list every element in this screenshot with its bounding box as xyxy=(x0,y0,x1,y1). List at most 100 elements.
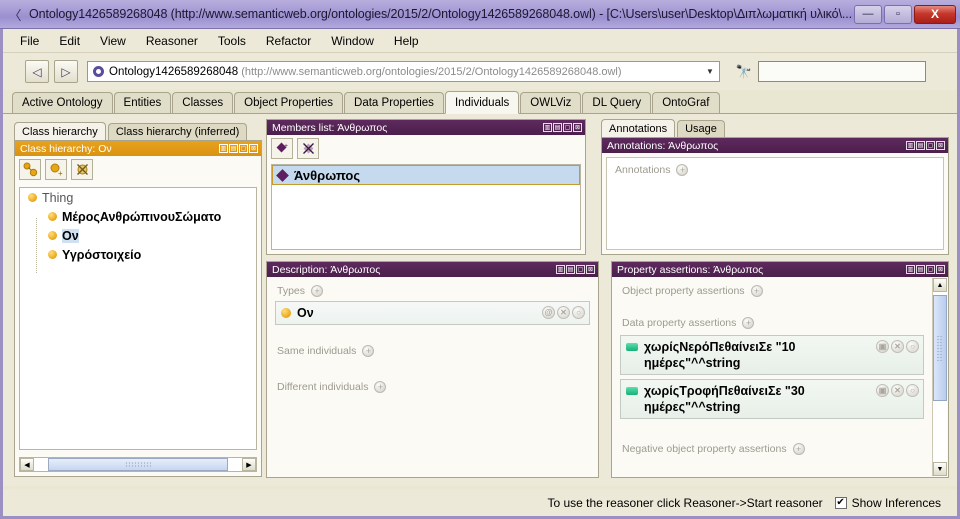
menu-window[interactable]: Window xyxy=(322,31,383,51)
edit-assertion-icon[interactable]: ○ xyxy=(906,384,919,397)
show-inferences-checkbox[interactable]: ✔ xyxy=(834,496,847,509)
members-list-body: + Άνθρωπος xyxy=(267,135,585,254)
add-object-property-assertion-button[interactable]: + xyxy=(750,285,763,297)
back-arrow-icon[interactable]: ◁ xyxy=(25,60,49,83)
panel-minimize-button[interactable]: ▤ xyxy=(916,265,925,274)
members-list-panel-buttons: ▥ ▤ ▢ ⊠ xyxy=(543,123,582,132)
delete-assertion-icon[interactable]: ✕ xyxy=(891,340,904,353)
data-property-assertion-row[interactable]: χωρίςΤροφήΠεθαίνειΣε "30 ημέρες"^^string… xyxy=(620,379,924,419)
menu-edit[interactable]: Edit xyxy=(50,31,89,51)
annotate-assertion-icon[interactable]: ▣ xyxy=(876,340,889,353)
scroll-track[interactable] xyxy=(34,458,242,471)
panel-maximize-button[interactable]: ▢ xyxy=(576,265,585,274)
panel-split-button[interactable]: ▥ xyxy=(906,265,915,274)
panel-maximize-button[interactable]: ▢ xyxy=(239,144,248,153)
panel-close-button[interactable]: ⊠ xyxy=(936,265,945,274)
annotations-list[interactable]: Annotations + xyxy=(606,157,944,250)
panel-minimize-button[interactable]: ▤ xyxy=(566,265,575,274)
scroll-down-icon[interactable]: ▼ xyxy=(933,462,947,476)
tab-owlviz[interactable]: OWLViz xyxy=(520,92,582,113)
panel-split-button[interactable]: ▥ xyxy=(543,123,552,132)
panel-close-button[interactable]: ⊠ xyxy=(249,144,258,153)
panel-maximize-button[interactable]: ▢ xyxy=(926,141,935,150)
add-same-individual-button[interactable]: + xyxy=(362,345,375,357)
add-sibling-class-icon[interactable]: + xyxy=(45,159,67,180)
annotate-assertion-icon[interactable]: ▣ xyxy=(876,384,889,397)
chevron-down-icon[interactable]: ▼ xyxy=(701,62,719,81)
delete-class-icon[interactable] xyxy=(71,159,93,180)
minimize-button[interactable]: — xyxy=(854,4,882,24)
panel-minimize-button[interactable]: ▤ xyxy=(553,123,562,132)
add-individual-icon[interactable]: + xyxy=(271,138,293,159)
scroll-thumb[interactable] xyxy=(48,458,228,471)
tab-active-ontology[interactable]: Active Ontology xyxy=(12,92,113,113)
menu-help[interactable]: Help xyxy=(385,31,428,51)
subtab-class-hierarchy[interactable]: Class hierarchy xyxy=(14,122,106,140)
delete-type-icon[interactable]: ✕ xyxy=(557,306,570,319)
class-tree[interactable]: Thing ΜέροςΑνθρώπινουΣώματο Ον Υγρόστοιχ… xyxy=(19,187,257,450)
class-hierarchy-pane: Class hierarchy Class hierarchy (inferre… xyxy=(14,122,262,477)
panel-close-button[interactable]: ⊠ xyxy=(573,123,582,132)
delete-assertion-icon[interactable]: ✕ xyxy=(891,384,904,397)
edit-type-icon[interactable]: ○ xyxy=(572,306,585,319)
add-data-property-assertion-button[interactable]: + xyxy=(742,317,755,329)
subtab-class-hierarchy-inferred[interactable]: Class hierarchy (inferred) xyxy=(107,123,248,140)
same-individuals-section-label: Same individuals + xyxy=(269,325,596,361)
type-row[interactable]: Ον @ ✕ ○ xyxy=(275,301,590,325)
add-different-individual-button[interactable]: + xyxy=(374,381,387,393)
tab-ontograf[interactable]: OntoGraf xyxy=(652,92,720,113)
panel-split-button[interactable]: ▥ xyxy=(219,144,228,153)
tab-dl-query[interactable]: DL Query xyxy=(582,92,652,113)
tree-node-ygrostoicheio[interactable]: Υγρόστοιχείο xyxy=(20,245,256,264)
scroll-left-icon[interactable]: ◀ xyxy=(20,458,34,471)
tab-individuals[interactable]: Individuals xyxy=(444,91,520,114)
menu-file[interactable]: File xyxy=(11,31,48,51)
members-list[interactable]: Άνθρωπος xyxy=(271,164,581,250)
data-property-assertion-row[interactable]: χωρίςΝερόΠεθαίνειΣε "10 ημέρες"^^string … xyxy=(620,335,924,375)
panel-split-button[interactable]: ▥ xyxy=(556,265,565,274)
tab-data-properties[interactable]: Data Properties xyxy=(344,92,444,113)
menu-refactor[interactable]: Refactor xyxy=(257,31,320,51)
edit-annotation-icon[interactable]: @ xyxy=(542,306,555,319)
subtab-annotations[interactable]: Annotations xyxy=(601,119,676,137)
scroll-thumb[interactable] xyxy=(933,295,947,401)
menu-view[interactable]: View xyxy=(91,31,135,51)
maximize-button[interactable]: ▫ xyxy=(884,4,912,24)
property-assertions-vertical-scrollbar[interactable]: ▲ ▼ xyxy=(932,278,947,476)
menu-reasoner[interactable]: Reasoner xyxy=(137,31,207,51)
add-annotation-button[interactable]: + xyxy=(676,164,689,176)
panel-split-button[interactable]: ▥ xyxy=(906,141,915,150)
scroll-right-icon[interactable]: ▶ xyxy=(242,458,256,471)
panel-maximize-button[interactable]: ▢ xyxy=(926,265,935,274)
panel-minimize-button[interactable]: ▤ xyxy=(916,141,925,150)
panel-close-button[interactable]: ⊠ xyxy=(586,265,595,274)
class-tree-horizontal-scrollbar[interactable]: ◀ ▶ xyxy=(19,457,257,472)
edit-assertion-icon[interactable]: ○ xyxy=(906,340,919,353)
tab-object-properties[interactable]: Object Properties xyxy=(234,92,344,113)
forward-arrow-icon[interactable]: ▷ xyxy=(54,60,78,83)
subtab-usage[interactable]: Usage xyxy=(677,120,725,137)
scroll-track[interactable] xyxy=(933,292,947,462)
delete-individual-icon[interactable] xyxy=(297,138,319,159)
tab-classes[interactable]: Classes xyxy=(172,92,234,113)
list-item[interactable]: Άνθρωπος xyxy=(272,165,580,185)
binoculars-icon[interactable]: 🔭 xyxy=(734,62,754,82)
ontology-selector-combobox[interactable]: Ontology1426589268048 (http://www.semant… xyxy=(87,61,720,82)
tree-node-thing[interactable]: Thing xyxy=(20,188,256,207)
tab-entities[interactable]: Entities xyxy=(113,92,172,113)
panel-maximize-button[interactable]: ▢ xyxy=(563,123,572,132)
annotations-body: Annotations + xyxy=(602,153,948,254)
annotations-pane: Annotations Usage Annotations: Άνθρωπος … xyxy=(601,119,949,255)
search-input[interactable] xyxy=(758,61,926,82)
panel-close-button[interactable]: ⊠ xyxy=(936,141,945,150)
add-type-button[interactable]: + xyxy=(311,285,324,297)
panel-minimize-button[interactable]: ▤ xyxy=(229,144,238,153)
show-inferences-control[interactable]: ✔ Show Inferences xyxy=(834,496,941,510)
menu-tools[interactable]: Tools xyxy=(209,31,255,51)
add-negative-object-property-assertion-button[interactable]: + xyxy=(792,443,805,455)
tree-node-on[interactable]: Ον xyxy=(20,226,256,245)
scroll-up-icon[interactable]: ▲ xyxy=(933,278,947,292)
tree-node-meros[interactable]: ΜέροςΑνθρώπινουΣώματο xyxy=(20,207,256,226)
add-subclass-icon[interactable] xyxy=(19,159,41,180)
close-button[interactable]: X xyxy=(914,4,956,24)
